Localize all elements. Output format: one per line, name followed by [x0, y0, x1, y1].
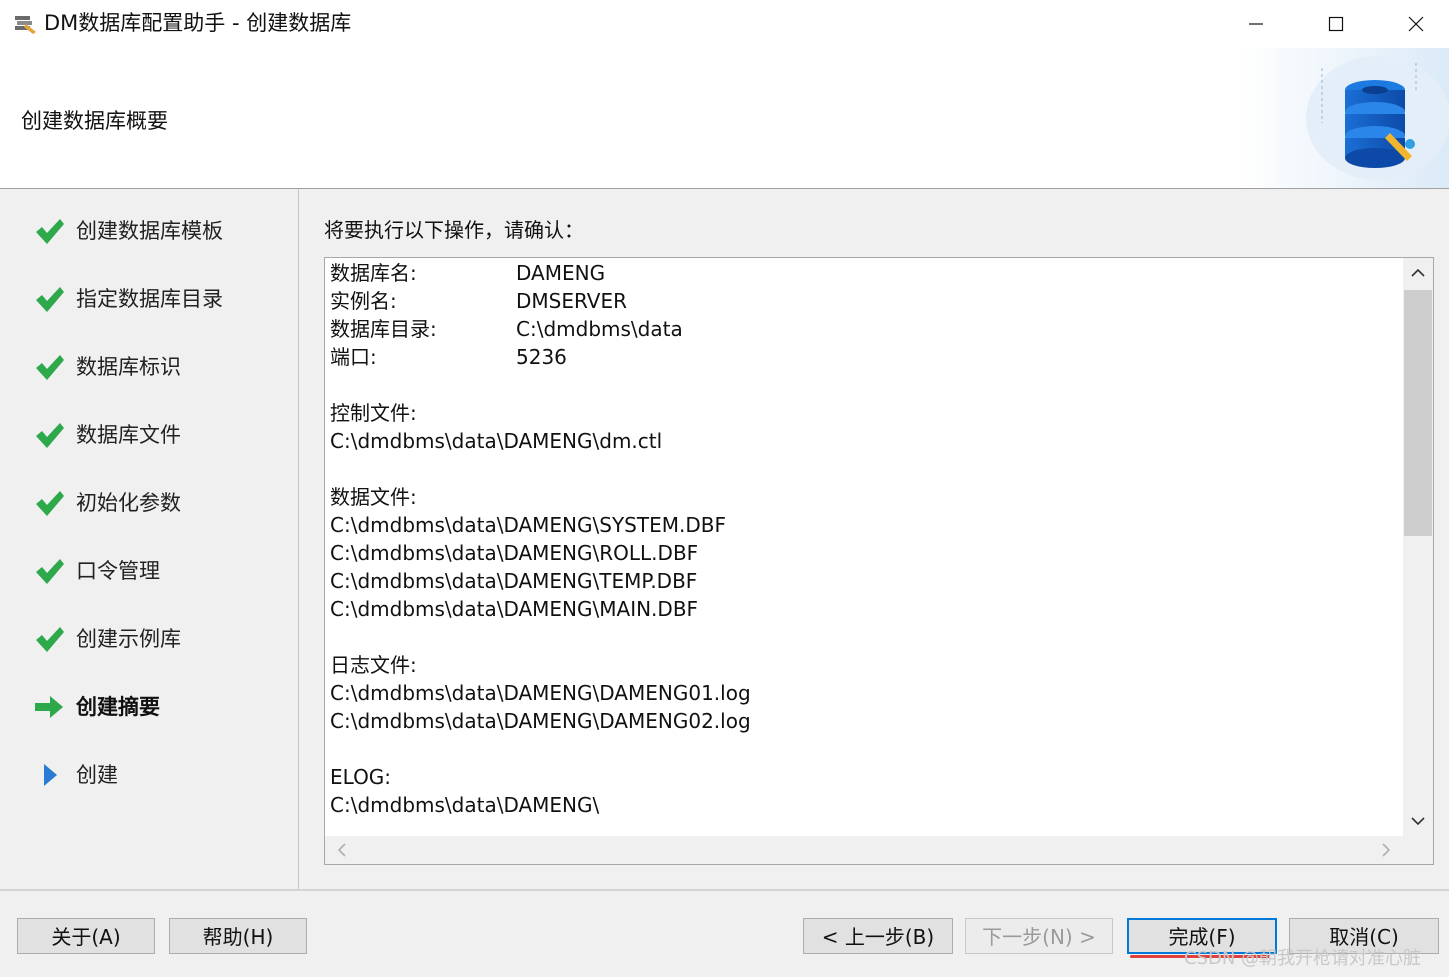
data-file: C:\dmdbms\data\DAMENG\SYSTEM.DBF [330, 513, 726, 537]
triangle-right-icon [44, 764, 57, 786]
back-button[interactable]: < 上一步(B) [803, 918, 953, 954]
main-panel: 将要执行以下操作，请确认： 数据库名: DAMENG 实例名: DMSERVER 数… [299, 189, 1449, 889]
step-item-template: 创建数据库模板 [0, 211, 298, 251]
page-title: 创建数据库概要 [21, 109, 168, 133]
database-tools-icon [1240, 48, 1449, 188]
next-button[interactable]: 下一步(N) > [965, 918, 1113, 954]
check-icon [36, 423, 64, 448]
ctl-file: C:\dmdbms\data\DAMENG\dm.ctl [330, 429, 663, 453]
horizontal-scrollbar[interactable] [325, 836, 1403, 864]
step-item-directory: 指定数据库目录 [0, 279, 298, 319]
scroll-up-button[interactable] [1403, 258, 1433, 288]
db-dir-label: 数据库目录: [330, 317, 437, 341]
step-label-current: 创建摘要 [76, 695, 160, 719]
watermark: CSDN @朝我开枪请对准心脏 [1184, 948, 1422, 969]
scroll-right-button[interactable] [1371, 835, 1401, 864]
check-icon [36, 491, 64, 516]
db-name-label: 数据库名: [330, 261, 417, 285]
chevron-left-icon [337, 843, 346, 857]
db-name-value: DAMENG [516, 261, 606, 285]
check-icon [36, 219, 64, 244]
summary-row: 数据库名: DAMENG [330, 259, 1400, 287]
arrow-right-icon [35, 696, 63, 718]
summary-row: 数据库目录: C:\dmdbms\data [330, 315, 1400, 343]
title-bar: DM数据库配置助手 - 创建数据库 [0, 0, 1449, 48]
step-item-create: 创建 [0, 755, 298, 795]
scrollbar-thumb[interactable] [1404, 290, 1432, 536]
log-file: C:\dmdbms\data\DAMENG\DAMENG02.log [330, 709, 751, 733]
step-label: 数据库文件 [76, 423, 181, 447]
port-label: 端口: [330, 345, 377, 369]
app-icon [15, 16, 36, 34]
data-file: C:\dmdbms\data\DAMENG\TEMP.DBF [330, 569, 698, 593]
summary-content: 数据库名: DAMENG 实例名: DMSERVER 数据库目录: C:\dmdbms… [330, 259, 1400, 819]
elog-label: ELOG: [330, 765, 392, 789]
check-icon [36, 559, 64, 584]
step-label: 口令管理 [76, 559, 160, 583]
chevron-down-icon [1411, 817, 1425, 826]
window-title: DM数据库配置助手 - 创建数据库 [44, 11, 352, 35]
step-item-init-params: 初始化参数 [0, 483, 298, 523]
summary-row: 端口: 5236 [330, 343, 1400, 371]
log-files-label: 日志文件: [330, 653, 417, 677]
scroll-down-button[interactable] [1403, 806, 1433, 836]
step-item-identity: 数据库标识 [0, 347, 298, 387]
elog-path: C:\dmdbms\data\DAMENG\ [330, 793, 600, 817]
db-dir-value: C:\dmdbms\data [516, 317, 683, 341]
step-label: 初始化参数 [76, 491, 181, 515]
scroll-corner [1403, 836, 1433, 864]
chevron-right-icon [1382, 843, 1391, 857]
step-label: 创建示例库 [76, 627, 181, 651]
minimize-icon [1249, 23, 1263, 25]
check-icon [36, 287, 64, 312]
summary-row: 实例名: DMSERVER [330, 287, 1400, 315]
about-button[interactable]: 关于(A) [17, 918, 155, 954]
help-button[interactable]: 帮助(H) [169, 918, 307, 954]
step-item-files: 数据库文件 [0, 415, 298, 455]
step-label: 创建数据库模板 [76, 219, 223, 243]
data-file: C:\dmdbms\data\DAMENG\MAIN.DBF [330, 597, 699, 621]
data-files-label: 数据文件: [330, 485, 417, 509]
vertical-scrollbar[interactable] [1403, 258, 1433, 836]
scroll-left-button[interactable] [327, 835, 357, 864]
check-icon [36, 627, 64, 652]
step-label: 数据库标识 [76, 355, 181, 379]
step-item-summary: 创建摘要 [0, 687, 298, 727]
chevron-up-icon [1411, 268, 1425, 277]
step-item-password: 口令管理 [0, 551, 298, 591]
ctl-label: 控制文件: [330, 401, 417, 425]
step-label: 指定数据库目录 [76, 287, 223, 311]
instance-value: DMSERVER [516, 289, 628, 313]
close-button[interactable] [1376, 0, 1449, 48]
step-sidebar: 创建数据库模板 指定数据库目录 数据库标识 数据库文件 初始化参数 口令管理 创… [0, 189, 299, 889]
summary-textbox[interactable]: 数据库名: DAMENG 实例名: DMSERVER 数据库目录: C:\dmdbms… [324, 257, 1434, 865]
maximize-button[interactable] [1296, 0, 1376, 48]
port-value: 5236 [516, 345, 567, 369]
instance-label: 实例名: [330, 289, 397, 313]
check-icon [36, 355, 64, 380]
confirm-prompt: 将要执行以下操作，请确认： [324, 218, 584, 242]
log-file: C:\dmdbms\data\DAMENG\DAMENG01.log [330, 681, 751, 705]
step-item-sample-db: 创建示例库 [0, 619, 298, 659]
data-file: C:\dmdbms\data\DAMENG\ROLL.DBF [330, 541, 699, 565]
step-label: 创建 [76, 763, 118, 787]
close-icon [1408, 16, 1424, 32]
minimize-button[interactable] [1216, 0, 1296, 48]
wizard-header: 创建数据库概要 [0, 48, 1449, 188]
maximize-icon [1328, 16, 1344, 32]
